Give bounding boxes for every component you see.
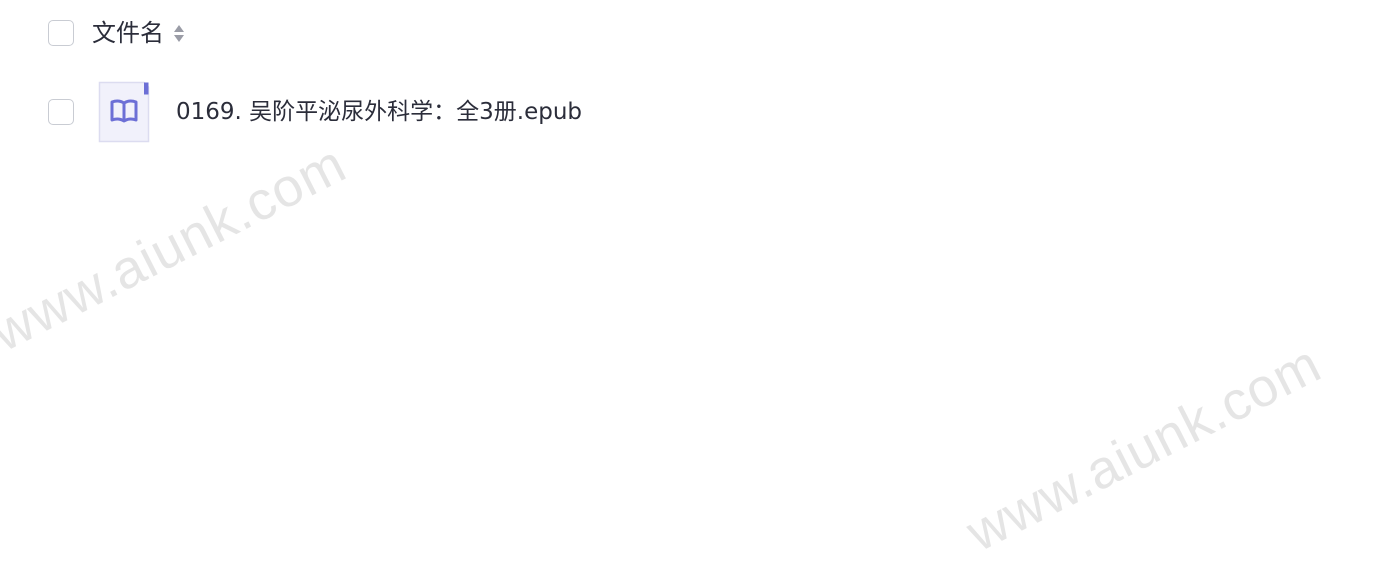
sort-both-icon[interactable] [172,21,186,45]
epub-file-icon [98,81,150,143]
watermark-text: www.aiunk.com [957,333,1331,564]
watermark-text: www.aiunk.com [0,133,356,364]
file-list-page: 文件名 0169. 吴阶平泌尿外科学：全3册.epub www.aiunk.co… [0,0,1384,588]
file-list-header: 文件名 [48,17,186,49]
file-select-checkbox[interactable] [48,99,74,125]
file-name[interactable]: 0169. 吴阶平泌尿外科学：全3册.epub [176,97,582,127]
select-all-checkbox[interactable] [48,20,74,46]
filename-column-header[interactable]: 文件名 [92,17,164,49]
file-row[interactable]: 0169. 吴阶平泌尿外科学：全3册.epub [48,81,582,143]
